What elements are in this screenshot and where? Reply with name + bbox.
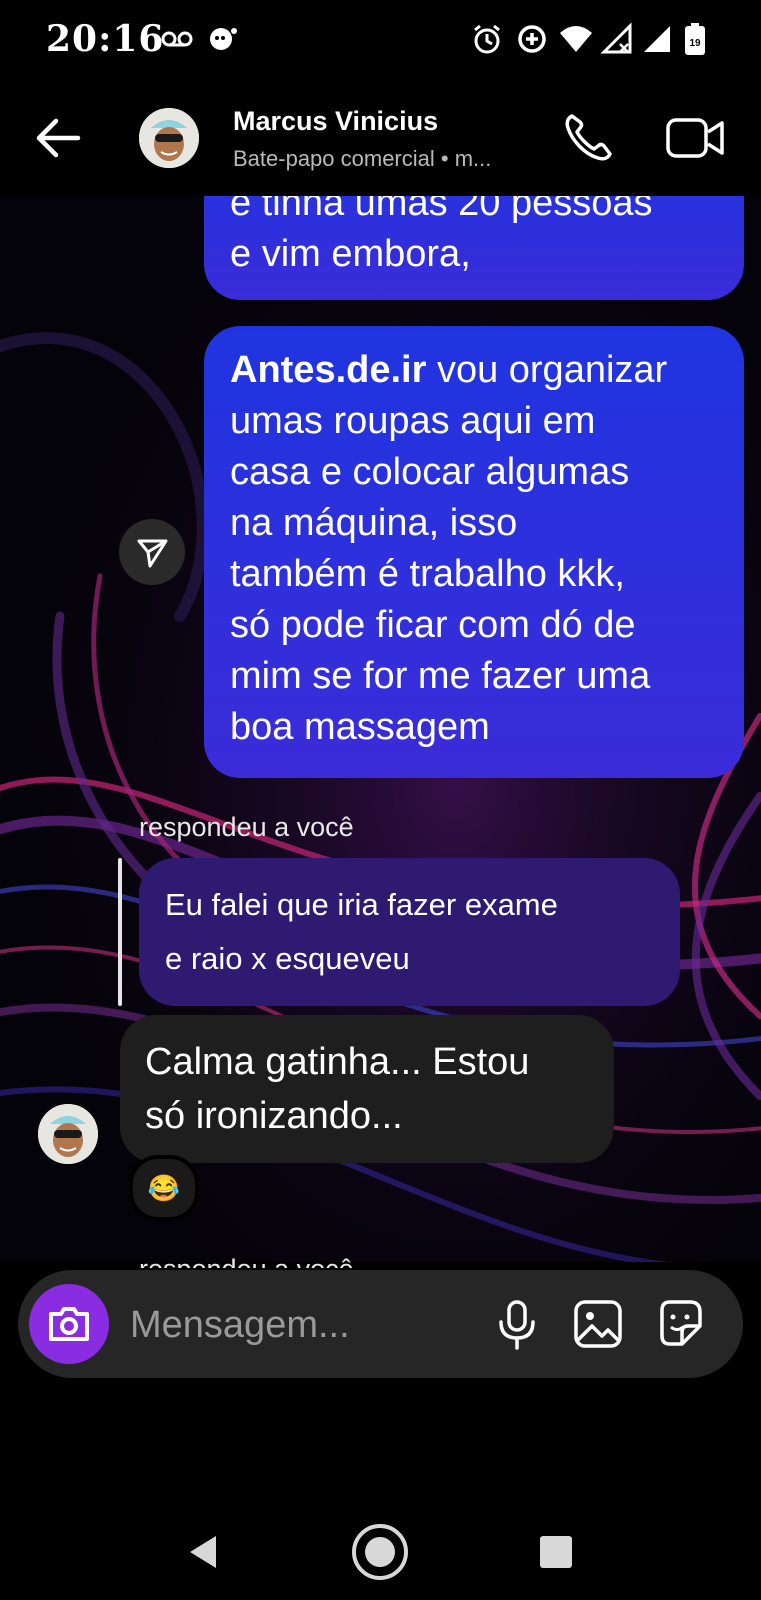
nav-back-icon[interactable]: [174, 1522, 234, 1582]
incoming-message[interactable]: Calma gatinha... Estou só ironizando...: [120, 1015, 614, 1163]
outgoing-message[interactable]: Antes.de.ir vou organizar umas roupas aq…: [204, 326, 744, 778]
svg-text:19: 19: [689, 38, 701, 49]
sticker-icon[interactable]: [652, 1296, 708, 1352]
message-text: vou organizar: [426, 349, 668, 391]
reply-label: respondeu a você: [139, 1254, 354, 1268]
message-line: só ironizando...: [145, 1095, 403, 1137]
back-arrow-icon[interactable]: [30, 108, 90, 168]
contact-name[interactable]: Marcus Vinicius: [233, 106, 438, 137]
signal-icon: [644, 26, 670, 52]
microphone-icon[interactable]: [489, 1296, 545, 1352]
message-line: casa e colocar algumas: [230, 451, 630, 493]
status-bar: 20:16 19: [0, 0, 761, 80]
camera-icon: [49, 1307, 89, 1341]
message-line: e raio x esqueveu: [165, 941, 410, 976]
send-icon: [137, 539, 168, 568]
quoted-message[interactable]: Eu falei que iria fazer exame e raio x e…: [139, 858, 680, 1006]
status-time: 20:16: [46, 18, 165, 60]
message-line: também é trabalho kkk,: [230, 553, 625, 595]
alarm-icon: [474, 24, 500, 54]
chat-notification-icon: [210, 28, 237, 50]
sender-avatar[interactable]: [38, 1104, 98, 1164]
battery-icon: 19: [685, 23, 705, 55]
message-line: Calma gatinha... Estou: [145, 1041, 530, 1083]
quote-bar: [118, 858, 122, 1006]
message-line: boa massagem: [230, 706, 490, 748]
message-bold-text: Antes.de.ir: [230, 349, 427, 391]
message-input[interactable]: [128, 1296, 462, 1354]
message-line: mim se for me fazer uma: [230, 655, 651, 697]
message-line: na máquina, isso: [230, 502, 518, 544]
wifi-icon: [560, 26, 592, 52]
contact-avatar[interactable]: [139, 108, 199, 168]
nav-recents-icon[interactable]: [526, 1522, 586, 1582]
share-button[interactable]: [119, 519, 185, 585]
camera-button[interactable]: [29, 1284, 109, 1364]
reply-label-partial: respondeu a você: [139, 1232, 539, 1268]
video-call-icon[interactable]: [664, 108, 728, 168]
message-composer: [18, 1270, 743, 1378]
chat-header: Marcus Vinicius Bate-papo comercial • m.…: [0, 80, 761, 196]
message-line: Antes.de.ir vou organizar: [230, 345, 667, 396]
voicemail-icon: [161, 31, 193, 47]
message-line: só pode ficar com dó de: [230, 604, 636, 646]
message-line: e vim embora,: [230, 233, 471, 275]
contact-subtitle[interactable]: Bate-papo comercial • m...: [233, 146, 533, 172]
system-nav-bar: [0, 1500, 761, 1600]
reaction-badge[interactable]: 😂: [129, 1155, 199, 1221]
reply-label: respondeu a você: [139, 812, 354, 842]
message-line: Eu falei que iria fazer exame: [165, 887, 558, 922]
voice-call-icon[interactable]: [558, 108, 618, 168]
gallery-icon[interactable]: [570, 1296, 626, 1352]
data-saver-icon: [518, 25, 546, 53]
signal-no-data-icon: [600, 22, 632, 54]
message-line: umas roupas aqui em: [230, 400, 596, 442]
nav-home-icon[interactable]: [350, 1522, 410, 1582]
